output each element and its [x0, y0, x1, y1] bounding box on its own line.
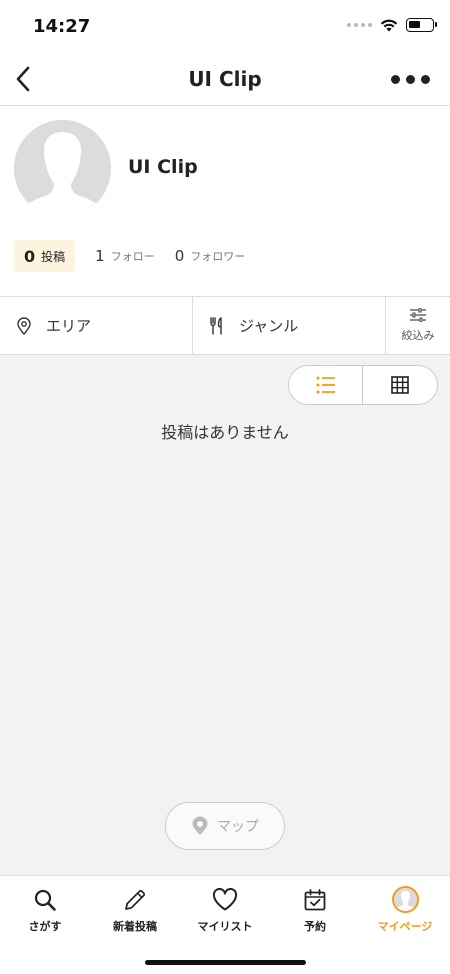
more-dots-icon [391, 74, 400, 84]
map-button-label: マップ [217, 819, 259, 835]
following-label: フォロー [110, 250, 155, 263]
tab-search[interactable]: さがす [0, 876, 90, 942]
tab-my-page-label: マイページ [377, 920, 433, 933]
area-filter-button[interactable]: エリア [0, 297, 193, 354]
wifi-icon [380, 19, 398, 32]
map-pin-icon [192, 816, 208, 835]
list-view-button[interactable] [289, 366, 363, 404]
status-bar: 14:27 [0, 0, 450, 52]
profile-stats: 0 投稿 1 フォロー 0 フォロワー [14, 240, 245, 272]
search-icon [34, 889, 56, 911]
tab-my-list[interactable]: マイリスト [180, 876, 270, 942]
followers-count-link[interactable]: 0 フォロワー [175, 247, 246, 265]
genre-filter-label: ジャンル [239, 317, 299, 335]
map-button[interactable]: マップ [165, 802, 285, 850]
heart-icon [212, 887, 238, 910]
genre-filter-button[interactable]: ジャンル [193, 297, 386, 354]
tab-my-list-label: マイリスト [197, 920, 253, 933]
empty-posts-message: 投稿はありません [161, 423, 289, 442]
list-icon [316, 376, 335, 394]
battery-icon [406, 18, 437, 32]
status-time: 14:27 [33, 16, 91, 37]
filter-bar: エリア ジャンル 絞込み [0, 296, 450, 355]
tab-new-posts[interactable]: 新着投稿 [90, 876, 180, 942]
person-silhouette-icon [14, 120, 111, 217]
grid-view-button[interactable] [363, 366, 437, 404]
profile-name: UI Clip [128, 156, 198, 178]
page-title: UI Clip [188, 67, 262, 91]
location-pin-icon [17, 316, 31, 335]
narrow-filter-button[interactable]: 絞込み [386, 297, 450, 354]
home-indicator[interactable] [145, 960, 306, 965]
narrow-filter-label: 絞込み [401, 329, 435, 342]
profile-section: UI Clip 0 投稿 1 フォロー 0 フォロワー [0, 106, 450, 296]
posts-count-tab[interactable]: 0 投稿 [14, 240, 76, 272]
followers-label: フォロワー [190, 250, 246, 263]
view-mode-toggle [288, 365, 438, 405]
posts-count: 0 [24, 246, 36, 266]
tab-search-label: さがす [28, 920, 62, 933]
fork-knife-icon [210, 316, 222, 335]
tab-my-page[interactable]: マイページ [360, 876, 450, 942]
followers-count: 0 [174, 247, 185, 265]
navigation-header: UI Clip [0, 52, 450, 106]
tab-reservation[interactable]: 予約 [270, 876, 360, 942]
bottom-tab-bar: さがす 新着投稿 マイリスト 予約 マイページ [0, 875, 450, 974]
grid-icon [391, 376, 409, 394]
signal-icon [347, 23, 372, 27]
sliders-icon [410, 308, 426, 322]
posts-label: 投稿 [41, 249, 66, 264]
following-count-link[interactable]: 1 フォロー [95, 247, 155, 265]
tab-new-posts-label: 新着投稿 [113, 920, 157, 933]
avatar[interactable] [14, 120, 111, 217]
posts-content-area: 投稿はありません マップ [0, 355, 450, 875]
calendar-check-icon [304, 888, 326, 910]
more-button[interactable] [391, 70, 430, 88]
status-indicators [347, 18, 437, 32]
tab-reservation-label: 予約 [304, 920, 326, 933]
area-filter-label: エリア [46, 317, 92, 335]
following-count: 1 [95, 247, 105, 265]
pencil-icon [125, 889, 146, 910]
avatar-icon [391, 886, 419, 913]
